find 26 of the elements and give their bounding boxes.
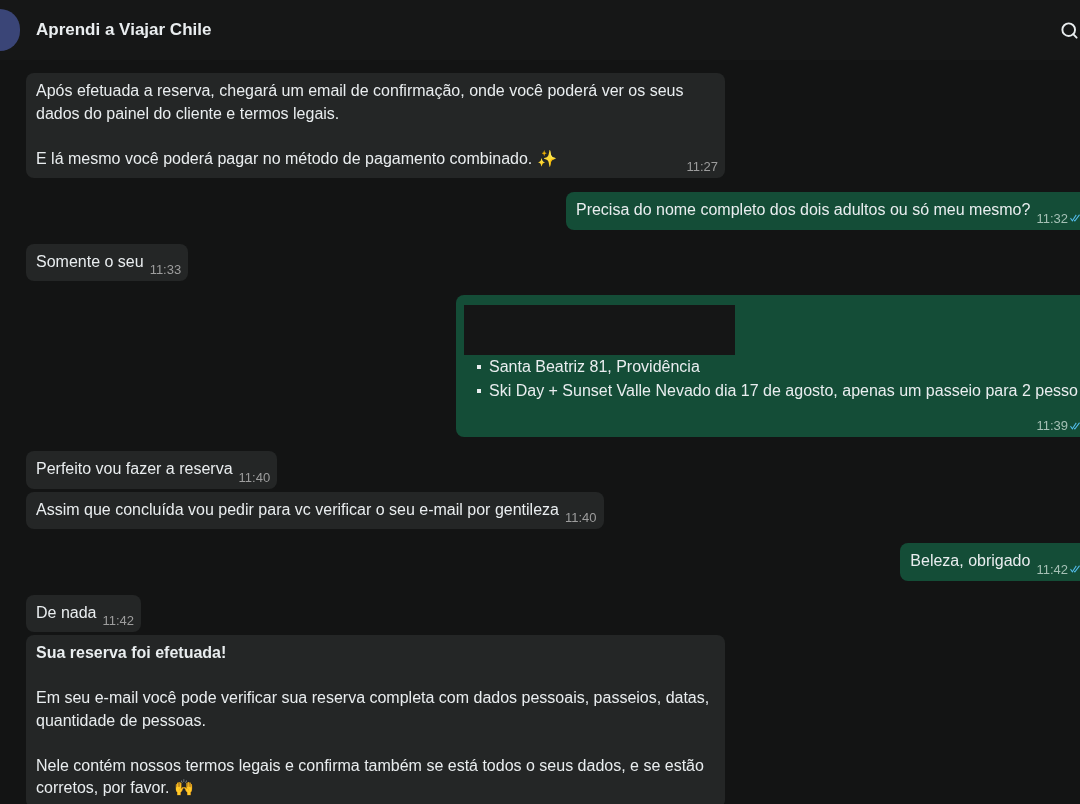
- message-time: 11:32: [1036, 210, 1068, 226]
- message-time: 11:39: [1036, 418, 1068, 433]
- search-icon[interactable]: [1060, 20, 1079, 40]
- message-time: 11:42: [102, 613, 135, 628]
- contact-name[interactable]: Aprendi a Viajar Chile: [36, 17, 212, 43]
- message-time: 11:40: [238, 469, 271, 485]
- message-text: Perfeito vou fazer a reserva: [36, 459, 233, 479]
- avatar: [0, 9, 20, 51]
- message-text: Após efetuada a reserva, chegará um email de confirmação, onde você poderá ver os seus dados do painel do cliente e termos legais.: [36, 81, 685, 124]
- message-text: Somente o seu: [36, 251, 144, 272]
- message-time: 11:27: [686, 159, 718, 174]
- message-text: Assim que concluída vou pedir para vc verificar o seu e-mail por gentileza: [36, 499, 559, 520]
- message-text: De nada: [36, 602, 97, 623]
- message-time: 11:33: [149, 262, 182, 277]
- message-time: 11:42: [1036, 561, 1068, 577]
- message-text: Em seu e-mail você pode verificar sua reserva completa com dados pessoais, passeios, datas, quantidade de pessoas.: [36, 688, 711, 731]
- list-item-text: Ski Day + Sunset Valle Nevado dia 17 de agosto, apenas um passeio para 2 pesso: [489, 381, 1078, 401]
- list-item-text: Santa Beatriz 81, Providência: [489, 357, 700, 377]
- message-text: Beleza, obrigado: [910, 551, 1031, 571]
- message-time: 11:40: [564, 510, 597, 525]
- message-text: E lá mesmo você poderá pagar no método de pagamento combinado. ✨: [36, 148, 557, 169]
- bullet-icon: [477, 365, 481, 369]
- bullet-icon: [477, 389, 481, 393]
- message-text: Nele contém nossos termos legais e confirma também se está todos o seus dados, e se estão corretos, por favor. 🙌: [36, 755, 705, 798]
- message-heading: Sua reserva foi efetuada!: [36, 643, 228, 663]
- message-text: Precisa do nome completo dos dois adultos ou só meu mesmo?: [575, 200, 1031, 220]
